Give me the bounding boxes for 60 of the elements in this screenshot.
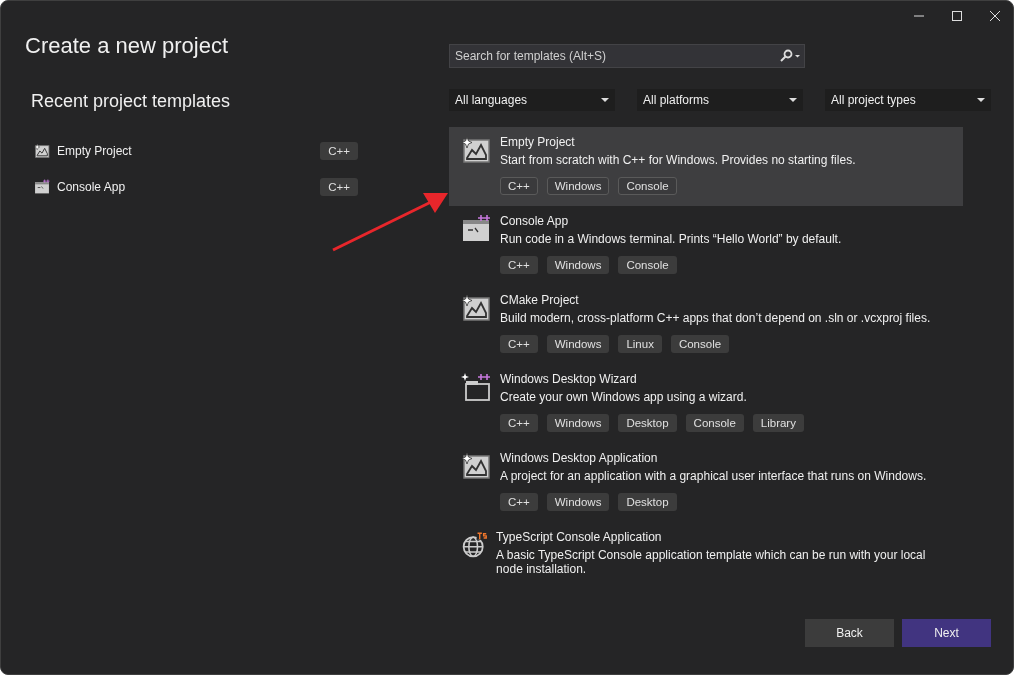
- template-tag: Linux: [618, 335, 662, 353]
- template-description: Create your own Windows app using a wizard.: [500, 390, 748, 404]
- template-description: Start from scratch with C++ for Windows. Provides no starting files.: [500, 153, 856, 167]
- template-item[interactable]: Windows Desktop Wizard Create your own Windows app using a wizard. C++ Windows Desktop Console Library: [449, 364, 963, 443]
- search-icon[interactable]: [779, 49, 801, 63]
- template-item[interactable]: Console App Run code in a Windows terminal. Prints “Hello World” by default. C++ Windows Console: [449, 206, 963, 285]
- filter-dropdown[interactable]: All platforms: [637, 89, 803, 111]
- template-item[interactable]: CMake Project Build modern, cross-platform C++ apps that don’t depend on .sln or .vcxproj files. C++ Windows Linux Console: [449, 285, 963, 364]
- wizard-window-icon: [461, 372, 491, 402]
- window-title: Create a new project: [25, 33, 229, 59]
- filter-dropdown[interactable]: All languages: [449, 89, 615, 111]
- language-tag: C++: [320, 142, 358, 160]
- section-heading: Recent project templates: [31, 91, 232, 112]
- template-image-icon: [461, 135, 491, 165]
- template-tag: Console: [618, 256, 677, 274]
- template-tag: C++: [500, 414, 538, 432]
- globe-icon: [461, 530, 488, 560]
- template-tag: Console: [685, 414, 744, 432]
- template-image-icon: [461, 293, 491, 323]
- template-name: Windows Desktop Wizard: [500, 372, 638, 386]
- template-item[interactable]: TypeScript Console Application A basic TypeScript Console application template which can be run with your local node installation.: [449, 522, 963, 589]
- template-tag: C++: [500, 256, 538, 274]
- filter-dropdown[interactable]: All project types: [825, 89, 991, 111]
- caret-icon: [601, 98, 609, 102]
- template-tag: Windows: [546, 177, 610, 195]
- template-name: TypeScript Console Application: [496, 530, 663, 544]
- template-name: Empty Project: [500, 135, 576, 149]
- template-tag: Desktop: [618, 493, 677, 511]
- template-description: A project for an application with a graphical user interface that runs on Windows.: [500, 469, 927, 483]
- template-name: CMake Project: [500, 293, 580, 307]
- template-image-icon: [461, 451, 491, 481]
- template-tag: Windows: [546, 335, 610, 353]
- template-name: Console App: [500, 214, 570, 228]
- template-tag: Windows: [546, 414, 610, 432]
- caret-icon: [789, 98, 797, 102]
- template-item[interactable]: Windows Desktop Application A project for an application with a graphical user interface that runs on Windows. C++ Windows Desktop: [449, 443, 963, 522]
- language-tag: C++: [320, 178, 358, 196]
- caret-icon: [977, 98, 985, 102]
- template-tag: Windows: [546, 256, 610, 274]
- template-tag: Console: [670, 335, 730, 353]
- template-tag: Windows: [546, 493, 610, 511]
- template-tag: Desktop: [618, 414, 677, 432]
- template-tag: Library: [752, 414, 804, 432]
- template-item[interactable]: Empty Project Start from scratch with C++ for Windows. Provides no starting files. C++ Windows Console: [449, 127, 963, 206]
- next-button[interactable]: Next: [902, 619, 991, 647]
- back-button[interactable]: Back: [805, 619, 894, 647]
- console-window-icon: [34, 179, 50, 195]
- template-tag: C++: [500, 177, 538, 195]
- search-field[interactable]: Search for templates (Alt+S): [449, 44, 805, 68]
- console-window-icon: [461, 214, 491, 244]
- recent-template-link[interactable]: Empty Project: [57, 144, 314, 158]
- template-tag: C++: [500, 493, 538, 511]
- template-image-icon: [34, 143, 50, 159]
- recent-template-link[interactable]: Console App: [57, 180, 314, 194]
- template-tag: Console: [618, 177, 677, 195]
- template-tag: C++: [500, 335, 538, 353]
- template-description: A basic TypeScript Console application template which can be run with your local node installation.: [496, 548, 927, 576]
- template-description: Build modern, cross-platform C++ apps that don’t depend on .sln or .vcxproj files.: [500, 311, 931, 325]
- template-name: Windows Desktop Application: [500, 451, 659, 465]
- template-description: Run code in a Windows terminal. Prints “Hello World” by default.: [500, 232, 842, 246]
